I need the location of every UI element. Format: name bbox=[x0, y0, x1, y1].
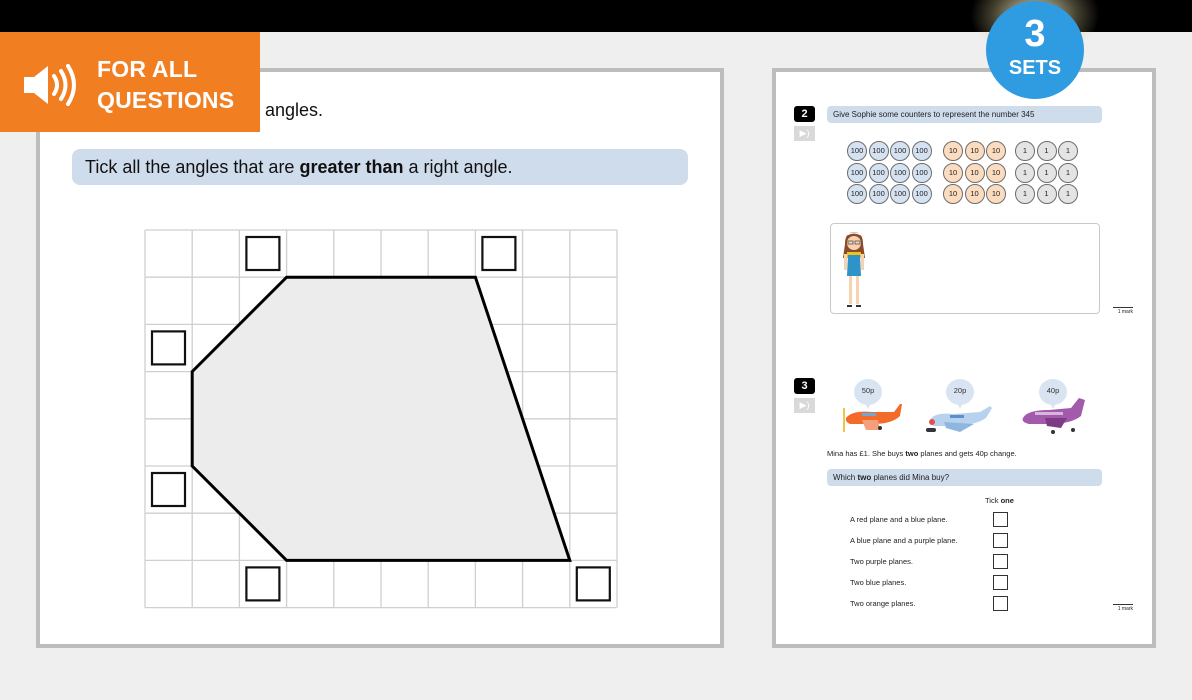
counter-hundreds[interactable]: 100 bbox=[868, 141, 889, 161]
question-page-preview-right bbox=[772, 68, 1156, 648]
speaker-icon bbox=[24, 64, 76, 106]
question-number-2: 2 bbox=[794, 106, 815, 122]
counter-tens[interactable]: 10 bbox=[986, 162, 1006, 183]
counter-tens[interactable]: 10 bbox=[964, 141, 985, 161]
audio-for-all-questions-banner[interactable]: FOR ALL QUESTIONS bbox=[0, 32, 260, 132]
angle-tick-box-2[interactable] bbox=[481, 235, 517, 272]
counter-hundreds[interactable]: 100 bbox=[911, 162, 932, 183]
option-tick-box[interactable] bbox=[993, 575, 1008, 590]
option-tick-box[interactable] bbox=[993, 596, 1008, 611]
counter-tens[interactable]: 10 bbox=[964, 184, 985, 204]
counter-hundreds[interactable]: 100 bbox=[890, 184, 910, 204]
counter-hundreds[interactable]: 100 bbox=[868, 184, 889, 204]
q2-mark-label: 1 mark bbox=[1113, 307, 1133, 315]
q3-question-emphasis: two bbox=[857, 473, 872, 482]
q2-prompt-bar: Give Sophie some counters to represent t… bbox=[827, 106, 1102, 123]
counter-hundreds[interactable]: 100 bbox=[911, 184, 932, 204]
tick-one-label: Tick one bbox=[985, 496, 1014, 505]
angle-tick-box-1[interactable] bbox=[245, 235, 281, 272]
counter-ones[interactable]: 1 bbox=[1058, 141, 1078, 161]
angle-tick-box-5[interactable] bbox=[245, 566, 281, 602]
counter-ones[interactable]: 1 bbox=[1015, 184, 1035, 204]
q3-mark-label: 1 mark bbox=[1113, 604, 1133, 612]
q3-statement-text: Mina has £1. She buys bbox=[827, 449, 906, 458]
counter-hundreds[interactable]: 100 bbox=[868, 162, 889, 183]
tick-emphasis: one bbox=[1000, 496, 1014, 505]
counter-hundreds[interactable]: 100 bbox=[847, 141, 867, 161]
question-number-3: 3 bbox=[794, 378, 815, 394]
q3-statement-emphasis: two bbox=[905, 449, 919, 458]
q3-question-text: Which bbox=[833, 473, 858, 482]
blue-plane-icon bbox=[926, 406, 992, 432]
counter-hundreds[interactable]: 100 bbox=[847, 162, 867, 183]
counter-ones[interactable]: 1 bbox=[1036, 162, 1057, 183]
q3-question-bar: Which two planes did Mina buy? bbox=[827, 469, 1102, 486]
counter-hundreds[interactable]: 100 bbox=[847, 184, 867, 204]
orange-plane-icon bbox=[843, 404, 902, 432]
counter-ones[interactable]: 1 bbox=[1058, 184, 1078, 204]
q3-statement-text-end: planes and gets 40p change. bbox=[918, 449, 1017, 458]
counter-tens[interactable]: 10 bbox=[943, 184, 963, 204]
counter-ones[interactable]: 1 bbox=[1036, 141, 1057, 161]
counter-ones[interactable]: 1 bbox=[1058, 162, 1078, 183]
sets-count: 3 bbox=[1024, 13, 1046, 55]
option-label: A red plane and a blue plane. bbox=[850, 515, 948, 524]
sets-count-badge: 3 SETS bbox=[986, 1, 1084, 99]
option-label: A blue plane and a purple plane. bbox=[850, 536, 958, 545]
hexagon-shape bbox=[190, 275, 572, 562]
banner-line-2: QUESTIONS bbox=[97, 87, 235, 113]
counter-ones[interactable]: 1 bbox=[1015, 141, 1035, 161]
option-label: Two purple planes. bbox=[850, 557, 913, 566]
counter-tens[interactable]: 10 bbox=[986, 141, 1006, 161]
option-label: Two blue planes. bbox=[850, 578, 907, 587]
q3-question-text-end: planes did Mina buy? bbox=[871, 473, 950, 482]
purple-plane-icon bbox=[1022, 398, 1085, 434]
banner-line-1: FOR ALL bbox=[97, 56, 198, 82]
counter-hundreds[interactable]: 100 bbox=[890, 162, 910, 183]
counter-hundreds[interactable]: 100 bbox=[890, 141, 910, 161]
angle-tick-box-3[interactable] bbox=[150, 330, 187, 366]
question-prompt-text: angles. bbox=[265, 100, 324, 120]
instruction-bar: Tick all the angles that are greater tha… bbox=[72, 149, 688, 185]
angle-tick-box-6[interactable] bbox=[575, 566, 611, 602]
counter-hundreds[interactable]: 100 bbox=[911, 141, 932, 161]
q3-statement: Mina has £1. She buys two planes and get… bbox=[827, 449, 1017, 458]
angle-grid bbox=[144, 229, 618, 609]
q2-answer-box[interactable] bbox=[830, 223, 1100, 314]
speaker-icon[interactable]: ▶) bbox=[794, 126, 815, 141]
option-label: Two orange planes. bbox=[850, 599, 916, 608]
instruction-text-end: a right angle. bbox=[403, 157, 513, 177]
option-tick-box[interactable] bbox=[993, 533, 1008, 548]
counter-tens[interactable]: 10 bbox=[943, 141, 963, 161]
counter-ones[interactable]: 1 bbox=[1036, 184, 1057, 204]
angle-tick-box-4[interactable] bbox=[150, 471, 187, 508]
counter-tens[interactable]: 10 bbox=[986, 184, 1006, 204]
tick-text: Tick bbox=[985, 496, 1001, 505]
speaker-icon[interactable]: ▶) bbox=[794, 398, 815, 413]
counter-ones[interactable]: 1 bbox=[1015, 162, 1035, 183]
sophie-character-icon bbox=[843, 232, 865, 307]
instruction-emphasis: greater than bbox=[299, 157, 404, 177]
option-tick-box[interactable] bbox=[993, 554, 1008, 569]
option-tick-box[interactable] bbox=[993, 512, 1008, 527]
instruction-text: Tick all the angles that are bbox=[85, 157, 300, 177]
sets-label: SETS bbox=[1008, 57, 1062, 79]
counter-tens[interactable]: 10 bbox=[943, 162, 963, 183]
counter-tens[interactable]: 10 bbox=[964, 162, 985, 183]
